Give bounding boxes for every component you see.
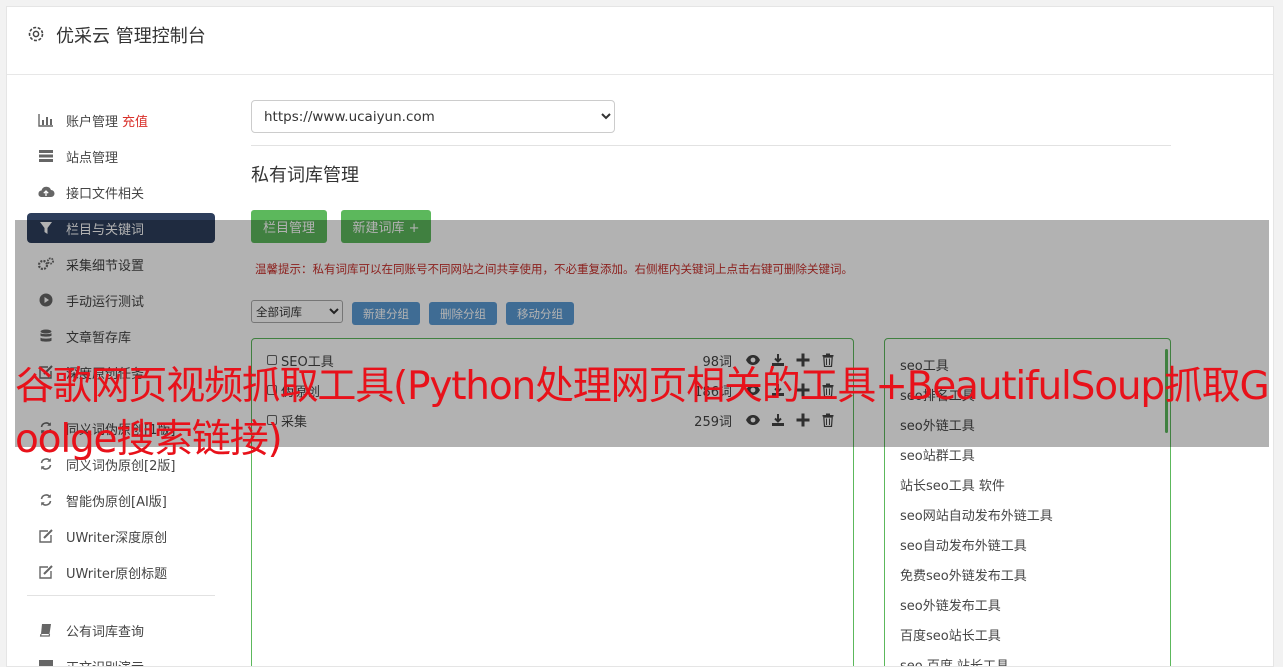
cloud-upload-icon [37, 185, 55, 199]
recharge-link[interactable]: 充值 [122, 111, 148, 130]
bar-chart-icon [37, 113, 55, 127]
server-icon [37, 149, 55, 163]
gear-icon [28, 26, 44, 42]
refresh-icon [37, 493, 55, 507]
app-title: 优采云 管理控制台 [56, 26, 206, 47]
sidebar-item-label: 智能伪原创[AI版] [66, 494, 167, 510]
monitor-icon [37, 659, 55, 666]
sidebar-item-uwriter-deep[interactable]: UWriter深度原创 [27, 521, 215, 551]
sidebar-item-account[interactable]: 账户管理 充值 [27, 105, 215, 135]
sidebar-item-label: 站点管理 [66, 150, 119, 166]
sidebar-item-public-library[interactable]: 公有词库查询 [27, 615, 215, 645]
sidebar-item-uwriter-title[interactable]: UWriter原创标题 [27, 557, 215, 587]
keyword-item[interactable]: seo自动发布外链工具 [900, 535, 1027, 554]
keyword-item[interactable]: 免费seo外链发布工具 [900, 565, 1027, 584]
sidebar-item-ai-rewrite[interactable]: 智能伪原创[AI版] [27, 485, 215, 515]
book-icon [37, 623, 55, 637]
sidebar-item-api-files[interactable]: 接口文件相关 [27, 177, 215, 207]
top-bar: 优采云 管理控制台 [7, 7, 1273, 75]
edit-icon [37, 565, 55, 579]
sidebar-item-sites[interactable]: 站点管理 [27, 141, 215, 171]
keyword-item[interactable]: seo网站自动发布外链工具 [900, 505, 1053, 524]
sidebar-divider [27, 595, 215, 596]
edit-icon [37, 529, 55, 543]
sidebar-item-label: UWriter原创标题 [66, 566, 168, 582]
sidebar-item-label: UWriter深度原创 [66, 530, 168, 546]
sidebar-item-label: 正文识别演示 [66, 657, 144, 667]
sidebar-item-label: 账户管理 [66, 114, 119, 130]
keyword-item[interactable]: 百度seo站长工具 [900, 625, 1001, 644]
sidebar-item-label: 接口文件相关 [66, 186, 145, 202]
sidebar-item-text-recognition[interactable]: 正文识别演示 [27, 651, 215, 667]
keyword-item[interactable]: 站长seo工具 软件 [900, 475, 1005, 494]
site-select[interactable]: https://www.ucaiyun.com [251, 100, 615, 133]
page-title: 私有词库管理 [251, 165, 359, 186]
overlay-caption: 谷歌网页视频抓取工具(Python处理网页相关的工具+BeautifulSoup… [15, 364, 1270, 462]
keyword-item[interactable]: seo 百度 站长工具 [900, 655, 1009, 666]
keyword-item[interactable]: seo外链发布工具 [900, 595, 1001, 614]
sidebar-item-label: 公有词库查询 [66, 624, 145, 640]
divider [251, 145, 1171, 146]
